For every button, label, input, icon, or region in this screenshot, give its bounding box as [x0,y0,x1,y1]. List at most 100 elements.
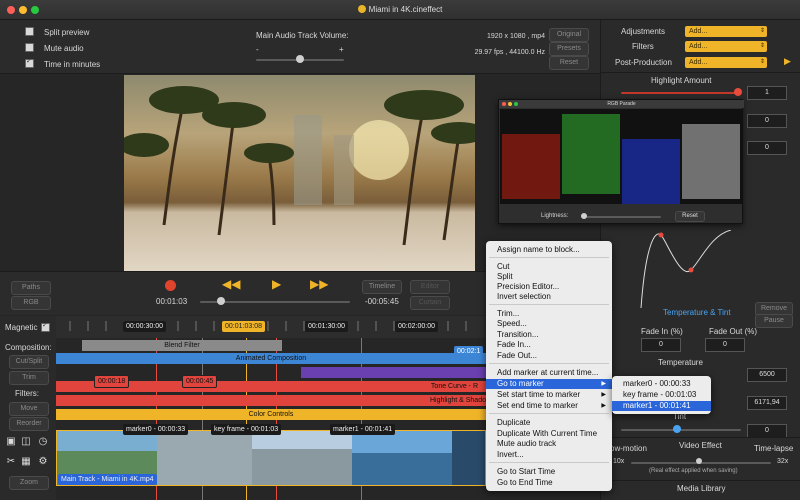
trim-button[interactable]: Trim [9,371,49,385]
video-preview[interactable] [124,75,475,271]
menu-go-to-marker[interactable]: Go to marker ▶ [486,379,612,389]
media-library-label[interactable]: Media Library [677,484,725,493]
film-icon[interactable]: ▦ [20,457,32,467]
blend-filter-track[interactable]: Blend Filter [82,340,282,351]
menu-precision-editor[interactable]: Precision Editor... [486,282,612,292]
menu-trim[interactable]: Trim... [486,309,612,319]
fade-out-label: Fade Out (%) [709,327,758,336]
menu-set-start[interactable]: Set start time to marker ▶ [486,390,612,400]
reorder-button[interactable]: Reorder [9,417,49,431]
menu-invert-selection[interactable]: Invert selection [486,292,612,302]
lightness-slider[interactable] [581,216,661,218]
context-menu: Assign name to block... Cut Split Precis… [486,241,612,491]
move-button[interactable]: Move [9,402,49,416]
split-preview-checkbox[interactable] [25,27,34,36]
value-field-1[interactable]: 1 [747,86,787,100]
time-lapse-label: Time-lapse [754,444,794,453]
menu-transition[interactable]: Transition... [486,330,612,340]
value-field-3[interactable]: 0 [747,141,787,155]
paths-button[interactable]: Paths [11,281,51,295]
play-icon[interactable]: ▶ [272,277,281,291]
menu-add-marker[interactable]: Add marker at current time... [486,368,612,378]
parade-reset-button[interactable]: Reset [675,211,705,222]
timeline-button[interactable]: Timeline [362,280,402,294]
scissors-icon[interactable]: ✂ [5,457,17,467]
menu-separator [489,462,609,463]
filters-label: Filters [632,42,654,51]
color-controls-track[interactable]: Color Controls [56,409,486,420]
marker-submenu: marker0 - 00:00:33 key frame - 00:01:03 … [612,376,711,414]
magnetic-checkbox[interactable] [41,321,50,332]
resolution-info: 1920 x 1080 , mp4 [487,33,545,40]
mute-audio-checkbox[interactable] [25,43,34,52]
highlight-amount-knob[interactable] [734,88,742,96]
menu-cut[interactable]: Cut [486,262,612,272]
title-bar: Miami in 4K.cineffect [0,0,800,20]
playback-knob[interactable] [217,297,225,305]
tint-field[interactable]: 0 [747,424,787,438]
filters-dropdown[interactable]: Add... ⇕ [685,41,767,52]
menu-duplicate-current[interactable]: Duplicate With Current Time [486,429,612,439]
menu-duplicate[interactable]: Duplicate [486,418,612,428]
menu-invert[interactable]: Invert... [486,450,612,460]
menu-speed[interactable]: Speed... [486,319,612,329]
tint-knob[interactable] [673,425,681,433]
split-preview-option[interactable]: Split preview [25,27,89,37]
audio-volume-knob[interactable] [296,55,304,63]
highlight-shadows-label: Highlight & Shado [429,397,486,404]
marker-label: marker1 - 00:01:41 [330,424,396,435]
animated-composition-track[interactable]: Animated Composition [56,353,486,364]
gear-icon[interactable]: ⚙ [37,457,49,467]
fade-in-label: Fade In (%) [641,327,683,336]
stopwatch-icon[interactable]: ◷ [37,437,49,447]
mute-audio-option[interactable]: Mute audio [25,43,84,53]
slow-10x-label: 10x [613,458,625,465]
menu-go-to-start[interactable]: Go to Start Time [486,467,612,477]
fast-forward-icon[interactable]: ▶▶ [310,277,328,291]
submenu-marker0[interactable]: marker0 - 00:00:33 [612,379,711,389]
record-icon[interactable] [165,280,176,291]
menu-fade-in[interactable]: Fade In... [486,340,612,350]
menu-set-end[interactable]: Set end time to marker ▶ [486,401,612,411]
pause-button[interactable]: Pause [755,314,793,328]
value-field-2[interactable]: 0 [747,114,787,128]
menu-separator [489,363,609,364]
cut-split-button[interactable]: Cut/Split [9,355,49,369]
menu-assign-name[interactable]: Assign name to block... [486,245,612,255]
temperature-field[interactable]: 6500 [747,368,787,382]
ruler-label: 00:00:30:00 [123,321,166,332]
speed-effect-knob[interactable] [696,458,702,464]
menu-separator [489,413,609,414]
value-6171-field[interactable]: 6171,94 [747,396,787,410]
camera-icon[interactable]: ▣ [5,437,17,447]
lightness-knob[interactable] [581,213,587,219]
temperature-label: Temperature [658,358,703,367]
highlight-amount-slider[interactable] [621,92,737,94]
menu-fade-out[interactable]: Fade Out... [486,351,612,361]
rewind-icon[interactable]: ◀◀ [222,277,240,291]
original-button[interactable]: Original [549,28,589,42]
menu-go-to-end[interactable]: Go to End Time [486,478,612,488]
post-production-dropdown[interactable]: Add... ⇕ [685,57,767,68]
highlight-shadows-track[interactable]: Highlight & Shado [56,395,486,406]
fade-out-field[interactable]: 0 [705,338,745,352]
time-in-minutes-option[interactable]: Time in minutes [25,57,100,69]
adjustments-dropdown[interactable]: Add... ⇕ [685,26,767,37]
arrow-right-icon[interactable]: ▶ [784,56,791,67]
editor-button[interactable]: Editor [410,280,450,294]
curtain-button[interactable]: Curtain [410,296,450,310]
menu-split[interactable]: Split [486,272,612,282]
zoom-button[interactable]: Zoom [9,476,49,490]
time-in-minutes-checkbox[interactable] [25,57,34,68]
purple-track[interactable] [301,367,486,378]
screenshot-icon[interactable]: ◫ [20,437,32,447]
tint-slider[interactable] [621,429,741,431]
submenu-marker1[interactable]: marker1 - 00:01:41 [612,401,711,411]
rgb-button[interactable]: RGB [11,296,51,310]
submenu-keyframe[interactable]: key frame - 00:01:03 [612,390,711,400]
tone-curve-graph[interactable] [636,230,736,310]
menu-mute-audio-track[interactable]: Mute audio track [486,439,612,449]
presets-button[interactable]: Presets [549,42,589,56]
fade-in-field[interactable]: 0 [641,338,681,352]
reset-button[interactable]: Reset [549,56,589,70]
